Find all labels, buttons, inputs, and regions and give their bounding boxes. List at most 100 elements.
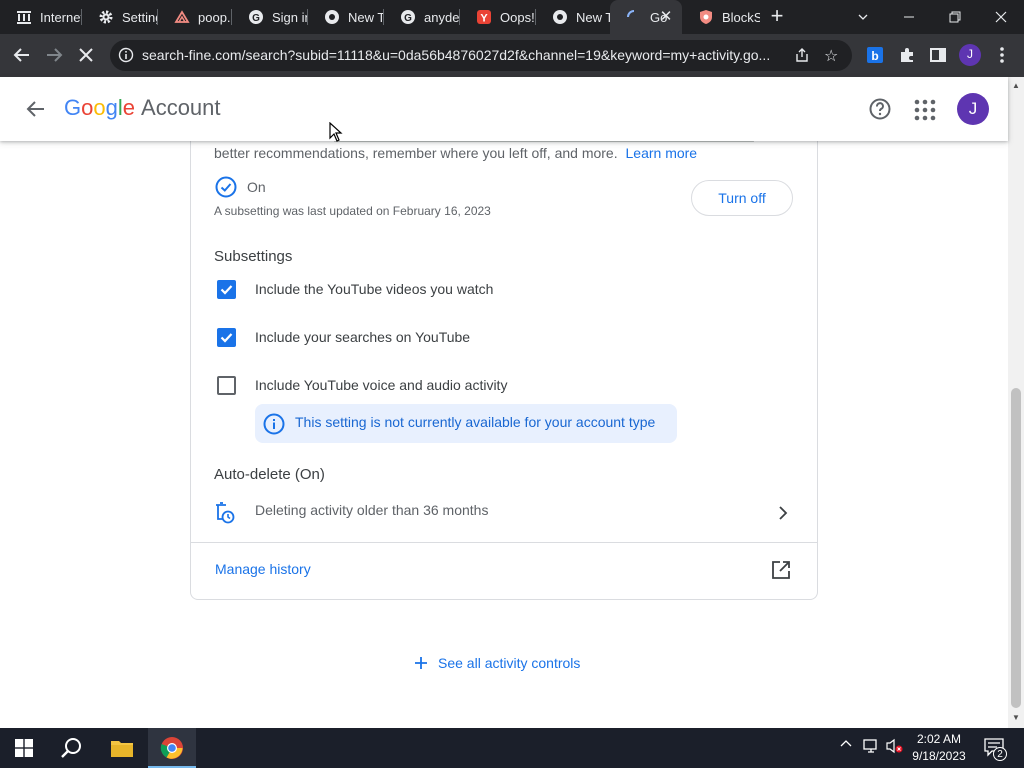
learn-more-link[interactable]: Learn more <box>626 145 698 161</box>
minimize-button[interactable] <box>886 0 932 34</box>
tab-title: anydesk <box>424 9 460 25</box>
logo-letter: e <box>122 95 136 120</box>
tab-title: Oops! <box>500 9 535 25</box>
forward-arrow-icon[interactable] <box>40 41 68 69</box>
browser-tab-active[interactable]: Go ✕ <box>610 0 682 34</box>
page-content: better recommendations, remember where y… <box>0 77 1008 728</box>
browser-tab[interactable]: Y Oops! <box>460 0 536 34</box>
browser-tab[interactable]: New Tab <box>536 0 610 34</box>
youtube-searches-checkbox[interactable] <box>217 328 236 347</box>
activity-description: better recommendations, remember where y… <box>214 145 697 161</box>
open-in-new-icon <box>771 560 791 580</box>
scroll-down-arrow-icon[interactable]: ▼ <box>1012 713 1020 722</box>
auto-delete-row[interactable]: Deleting activity older than 36 months <box>191 497 817 543</box>
profile-avatar[interactable]: J <box>956 41 984 69</box>
new-tab-button[interactable]: + <box>765 5 789 29</box>
browser-tab[interactable]: BlockSite <box>682 0 760 34</box>
share-icon[interactable] <box>794 47 810 68</box>
chevron-right-icon <box>775 505 791 521</box>
extension-b-icon[interactable]: b <box>861 41 889 69</box>
svg-text:G: G <box>404 13 412 24</box>
bookmark-star-icon[interactable]: ☆ <box>824 46 838 66</box>
clock-time: 2:02 AM <box>916 732 962 746</box>
clock-date: 9/18/2023 <box>912 749 966 763</box>
gear-icon <box>98 9 114 25</box>
system-clock[interactable]: 2:02 AM 9/18/2023 <box>908 731 970 765</box>
youtube-voice-label: Include YouTube voice and audio activity <box>255 377 508 393</box>
file-explorer-icon[interactable] <box>98 728 146 768</box>
volume-muted-icon[interactable] <box>886 738 904 757</box>
google-account-header: Google Account J <box>0 77 1008 141</box>
yahoo-icon: Y <box>476 9 492 25</box>
site-info-icon[interactable] <box>118 47 134 63</box>
manage-history-row[interactable]: Manage history <box>191 543 817 599</box>
back-arrow-icon[interactable] <box>8 41 36 69</box>
description-text: better recommendations, remember where y… <box>214 145 618 161</box>
extensions-puzzle-icon[interactable] <box>893 41 921 69</box>
tab-title: poop. <box>198 9 231 25</box>
logo-letter: o <box>81 95 94 120</box>
turn-off-button[interactable]: Turn off <box>691 180 793 216</box>
svg-text:Y: Y <box>480 13 488 25</box>
tab-search-chevron-icon[interactable] <box>840 0 886 34</box>
scroll-up-arrow-icon[interactable]: ▲ <box>1012 81 1020 90</box>
subsettings-heading: Subsettings <box>214 248 293 265</box>
logo-letter: g <box>105 95 118 120</box>
tab-title: New Tab <box>576 9 610 25</box>
notice-text: This setting is not currently available … <box>295 414 656 430</box>
browser-tab[interactable]: Internet Archive <box>0 0 82 34</box>
availability-notice: This setting is not currently available … <box>255 404 677 443</box>
stop-loading-icon[interactable] <box>72 41 100 69</box>
archive-icon <box>16 9 32 25</box>
close-tab-icon[interactable]: ✕ <box>658 9 674 25</box>
tab-title: BlockSite <box>722 9 760 25</box>
see-all-label: See all activity controls <box>438 655 581 671</box>
apps-grid-icon[interactable] <box>913 98 937 122</box>
logo-letter: o <box>93 95 106 120</box>
close-window-button[interactable] <box>978 0 1024 34</box>
network-icon[interactable] <box>862 738 880 757</box>
site-icon <box>174 9 190 25</box>
youtube-videos-label: Include the YouTube videos you watch <box>255 281 494 297</box>
browser-tab-strip: Internet Archive Settings poop. G Sign i… <box>0 0 1024 34</box>
logo-letter: G <box>64 95 82 120</box>
url-text[interactable]: search-fine.com/search?subid=11118&u=0da… <box>142 47 782 63</box>
auto-delete-icon <box>215 502 235 524</box>
browser-tab[interactable]: Settings <box>82 0 158 34</box>
back-arrow-icon[interactable] <box>22 95 50 123</box>
side-panel-icon[interactable] <box>924 41 952 69</box>
help-icon[interactable] <box>868 97 892 121</box>
scrollbar-thumb[interactable] <box>1011 388 1021 708</box>
tab-title: Internet Archive <box>40 9 82 25</box>
google-icon: G <box>248 9 264 25</box>
google-account-logo[interactable]: Google Account <box>64 95 221 121</box>
auto-delete-heading: Auto-delete (On) <box>214 466 325 483</box>
tab-title: Sign in <box>272 9 308 25</box>
browser-toolbar: search-fine.com/search?subid=11118&u=0da… <box>0 34 1024 77</box>
browser-tab[interactable]: poop. <box>158 0 232 34</box>
plus-icon <box>412 654 430 672</box>
see-all-activity-controls-link[interactable]: See all activity controls <box>412 654 580 672</box>
account-label: Account <box>141 95 221 120</box>
youtube-searches-label: Include your searches on YouTube <box>255 329 471 345</box>
restore-button[interactable] <box>932 0 978 34</box>
mouse-cursor-icon <box>329 121 343 142</box>
browser-tab[interactable]: G anydesk <box>384 0 460 34</box>
menu-kebab-icon[interactable] <box>988 41 1016 69</box>
browser-tab[interactable]: New Tab <box>308 0 384 34</box>
chrome-icon <box>324 9 340 25</box>
check-circle-icon <box>215 176 237 198</box>
show-hidden-icons-chevron-icon[interactable] <box>840 738 852 753</box>
search-icon[interactable] <box>48 728 96 768</box>
manage-history-link[interactable]: Manage history <box>215 561 311 577</box>
shield-icon <box>698 9 714 25</box>
address-bar[interactable]: search-fine.com/search?subid=11118&u=0da… <box>110 40 852 71</box>
youtube-videos-checkbox[interactable] <box>217 280 236 299</box>
auto-delete-text: Deleting activity older than 36 months <box>255 502 489 518</box>
browser-tab[interactable]: G Sign in <box>232 0 308 34</box>
windows-start-icon[interactable] <box>0 728 48 768</box>
page-scrollbar[interactable]: ▲ ▼ <box>1008 77 1024 728</box>
chrome-taskbar-icon[interactable] <box>148 728 196 768</box>
profile-initial: J <box>967 47 973 61</box>
account-avatar[interactable]: J <box>957 93 989 125</box>
